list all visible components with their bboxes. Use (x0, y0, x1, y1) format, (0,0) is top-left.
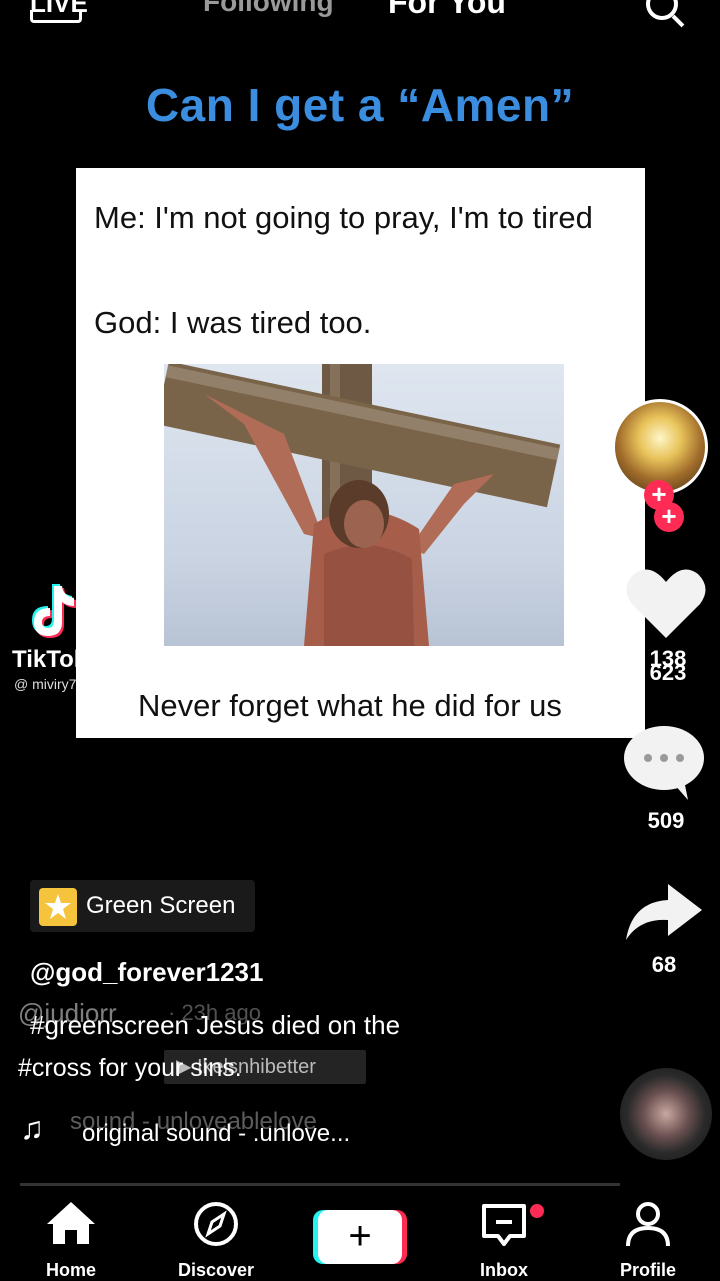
comment-count: 509 (647, 808, 685, 833)
heart-icon[interactable] (624, 566, 708, 642)
tab-for-you[interactable]: For You (388, 0, 506, 21)
creator-username[interactable]: @god_forever1231 (30, 957, 263, 988)
video-progress-bar[interactable] (20, 1183, 620, 1186)
nav-label-inbox: Inbox (480, 1260, 528, 1280)
plus-icon: + (348, 1214, 372, 1258)
nav-label-profile: Profile (619, 1260, 676, 1280)
music-note-icon: ♫ (20, 1110, 44, 1146)
live-icon (30, 10, 82, 23)
tiktok-logo-icon (30, 582, 80, 640)
tab-following[interactable]: Following (203, 0, 334, 18)
comment-icon[interactable] (622, 722, 706, 802)
nav-label-home: Home (45, 1260, 96, 1280)
search-icon[interactable] (646, 0, 678, 20)
effect-chip-label: Green Screen (86, 892, 236, 919)
person-icon (626, 1202, 670, 1247)
share-count: 68 (651, 952, 677, 977)
sound-disc[interactable] (620, 1068, 712, 1160)
video-headline: Can I get a “Amen” (145, 79, 575, 131)
description-line-1: #greenscreen Jesus died on the (30, 1010, 401, 1040)
inbox-notification-dot (530, 1204, 544, 1218)
nav-profile[interactable] (593, 1200, 703, 1255)
watermark-username: @ miviry7 (14, 676, 77, 692)
compass-icon (194, 1202, 238, 1246)
tiktok-wordmark: TikTok (12, 646, 88, 673)
nav-label-discover: Discover (177, 1260, 255, 1280)
create-button[interactable]: + (318, 1210, 402, 1264)
follow-plus-icon-ghost: + (654, 502, 684, 532)
like-count: 138 623 (649, 646, 687, 685)
nav-discover[interactable] (161, 1200, 271, 1255)
meme-line-1: Me: I'm not going to pray, I'm to tired (94, 200, 593, 235)
crucifixion-image (164, 364, 564, 646)
sound-name[interactable]: original sound - .unlove... (82, 1120, 350, 1148)
green-screen-icon (39, 888, 77, 926)
inbox-icon (482, 1204, 526, 1246)
home-icon (47, 1202, 95, 1244)
meme-line-2: God: I was tired too. (94, 305, 372, 340)
meme-caption: Never forget what he did for us (138, 688, 562, 723)
description-line-2: #cross for your sins. (18, 1054, 242, 1082)
nav-home[interactable] (16, 1200, 126, 1251)
share-icon[interactable] (624, 880, 704, 944)
